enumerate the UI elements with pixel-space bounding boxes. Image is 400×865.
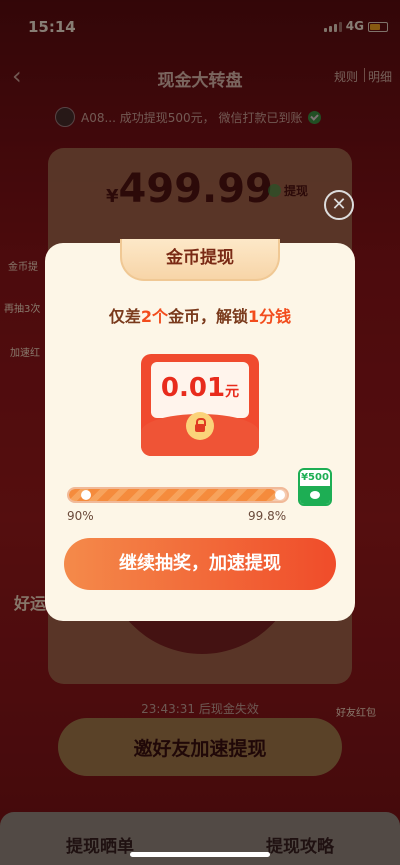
wechat-target-badge: ¥500	[298, 468, 332, 506]
close-icon[interactable]: ✕	[324, 190, 354, 220]
lock-icon	[186, 412, 214, 440]
envelope-paper: 0.01元	[151, 362, 249, 418]
home-indicator	[130, 852, 270, 857]
progress-fill	[69, 489, 277, 501]
withdraw-progress-bar	[67, 487, 289, 503]
wechat-icon	[300, 486, 330, 504]
envelope-amount: 0.01	[160, 373, 226, 403]
continue-draw-button[interactable]: 继续抽奖，加速提现	[64, 538, 336, 590]
subtitle-amount: 1分钱	[248, 307, 292, 326]
envelope-unit: 元	[225, 384, 240, 400]
modal-subtitle: 仅差2个金币，解锁1分钱	[45, 303, 355, 327]
progress-end-dot	[275, 490, 285, 500]
wechat-target-amount: ¥500	[301, 472, 329, 483]
red-envelope: 0.01元	[141, 354, 259, 456]
progress-start-dot	[81, 490, 91, 500]
subtitle-prefix: 仅差	[108, 307, 141, 326]
page: 15:14 4G ‹ 现金大转盘 规则 明细 A08... 成功提现500元， …	[0, 0, 400, 865]
progress-start-label: 90%	[67, 509, 94, 523]
modal-title: 金币提现	[120, 239, 280, 281]
subtitle-mid: 金币，解锁	[168, 307, 249, 326]
envelope-value: 0.01元	[161, 373, 239, 403]
coin-withdraw-modal: 金币提现 仅差2个金币，解锁1分钱 0.01元 ¥500 90% 99.8% 继…	[45, 239, 355, 621]
progress-end-label: 99.8%	[248, 509, 287, 523]
subtitle-count: 2个	[140, 307, 168, 326]
